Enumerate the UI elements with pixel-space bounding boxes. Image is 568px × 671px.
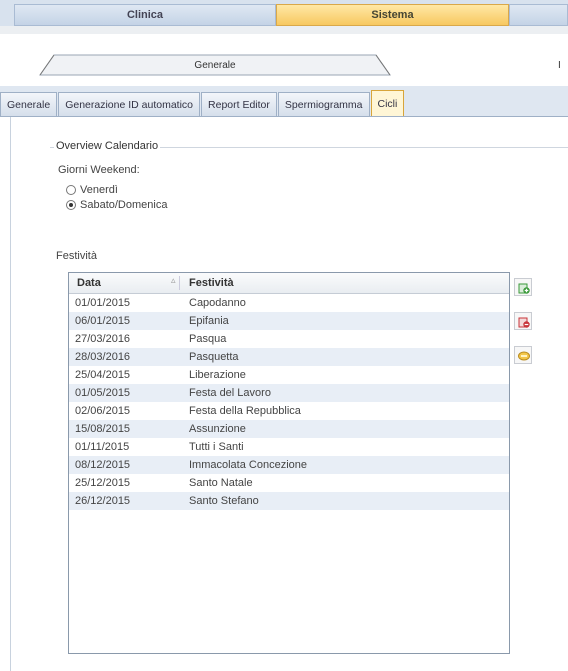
row-date: 01/11/2015 [75, 441, 130, 453]
radio-sabato-domenica[interactable] [66, 200, 76, 210]
column-header-date[interactable]: Data [77, 277, 101, 289]
radio-venerdi-label: Venerdì [80, 184, 118, 196]
row-date: 01/01/2015 [75, 297, 131, 309]
sort-arrow-icon: ▵ [171, 275, 176, 285]
add-holiday-button[interactable] [514, 278, 532, 296]
subtab-generazione-id[interactable]: Generazione ID automatico [58, 92, 201, 116]
row-holiday: Santo Stefano [189, 495, 259, 507]
tab-clinica[interactable]: Clinica [14, 4, 276, 26]
column-separator [179, 276, 180, 290]
radio-sabato-domenica-label: Sabato/Domenica [80, 199, 168, 211]
table-row[interactable]: 25/04/2015 Liberazione [69, 366, 509, 384]
row-holiday: Festa della Repubblica [189, 405, 301, 417]
table-row[interactable]: 28/03/2016 Pasquetta [69, 348, 509, 366]
row-holiday: Epifania [189, 315, 229, 327]
row-holiday: Liberazione [189, 369, 246, 381]
row-holiday: Festa del Lavoro [189, 387, 271, 399]
add-icon [518, 281, 530, 299]
radio-venerdi[interactable] [66, 185, 76, 195]
subtab-cicli[interactable]: Cicli [370, 90, 405, 116]
edit-icon [518, 349, 530, 367]
sub-tab-bar: Generale Generazione ID automatico Repor… [0, 86, 568, 117]
tab-more[interactable] [509, 4, 568, 26]
row-date: 15/08/2015 [75, 423, 131, 435]
edit-holiday-button[interactable] [514, 346, 532, 364]
table-row[interactable]: 15/08/2015 Assunzione [69, 420, 509, 438]
subtab-report-editor[interactable]: Report Editor [201, 92, 277, 116]
tab-sistema[interactable]: Sistema [276, 4, 509, 26]
holidays-title: Festività [56, 250, 97, 262]
table-row[interactable]: 08/12/2015 Immacolata Concezione [69, 456, 509, 474]
table-row[interactable]: 06/01/2015 Epifania [69, 312, 509, 330]
remove-icon [518, 315, 530, 333]
section-tab-edge-glyph: I [558, 60, 561, 71]
row-date: 26/12/2015 [75, 495, 131, 507]
panel-left-border [10, 117, 11, 671]
subtab-generale[interactable]: Generale [0, 92, 58, 116]
row-date: 25/04/2015 [75, 369, 131, 381]
row-holiday: Immacolata Concezione [189, 459, 308, 471]
calendar-fieldset-title: Overview Calendario [54, 140, 161, 152]
table-row[interactable]: 26/12/2015 Santo Stefano [69, 492, 509, 510]
row-date: 01/05/2015 [75, 387, 131, 399]
table-row[interactable]: 01/01/2015 Capodanno [69, 294, 509, 312]
column-header-holiday[interactable]: Festività [189, 277, 234, 289]
table-row[interactable]: 01/05/2015 Festa del Lavoro [69, 384, 509, 402]
weekend-label: Giorni Weekend: [58, 164, 140, 176]
holidays-table: Data ▵ Festività 01/01/2015 Capodanno 06/… [68, 272, 510, 654]
row-date: 06/01/2015 [75, 315, 131, 327]
section-tab-label: Generale [194, 59, 236, 71]
remove-holiday-button[interactable] [514, 312, 532, 330]
row-holiday: Capodanno [189, 297, 246, 309]
row-date: 02/06/2015 [75, 405, 131, 417]
table-row[interactable]: 02/06/2015 Festa della Repubblica [69, 402, 509, 420]
row-holiday: Santo Natale [189, 477, 253, 489]
subtab-spermiogramma[interactable]: Spermiogramma [277, 92, 370, 116]
row-date: 08/12/2015 [75, 459, 131, 471]
section-tab-area: Generale I [0, 34, 568, 84]
row-holiday: Tutti i Santi [189, 441, 244, 453]
table-row[interactable]: 27/03/2016 Pasqua [69, 330, 509, 348]
row-holiday: Assunzione [189, 423, 246, 435]
row-holiday: Pasqua [189, 333, 227, 345]
tab-generale-section[interactable]: Generale [30, 54, 400, 76]
row-date: 28/03/2016 [75, 351, 131, 363]
table-row[interactable]: 25/12/2015 Santo Natale [69, 474, 509, 492]
table-header: Data ▵ Festività [69, 273, 509, 294]
row-date: 27/03/2016 [75, 333, 131, 345]
row-date: 25/12/2015 [75, 477, 131, 489]
header-divider [0, 26, 568, 34]
row-holiday: Pasquetta [189, 351, 239, 363]
table-row[interactable]: 01/11/2015 Tutti i Santi [69, 438, 509, 456]
